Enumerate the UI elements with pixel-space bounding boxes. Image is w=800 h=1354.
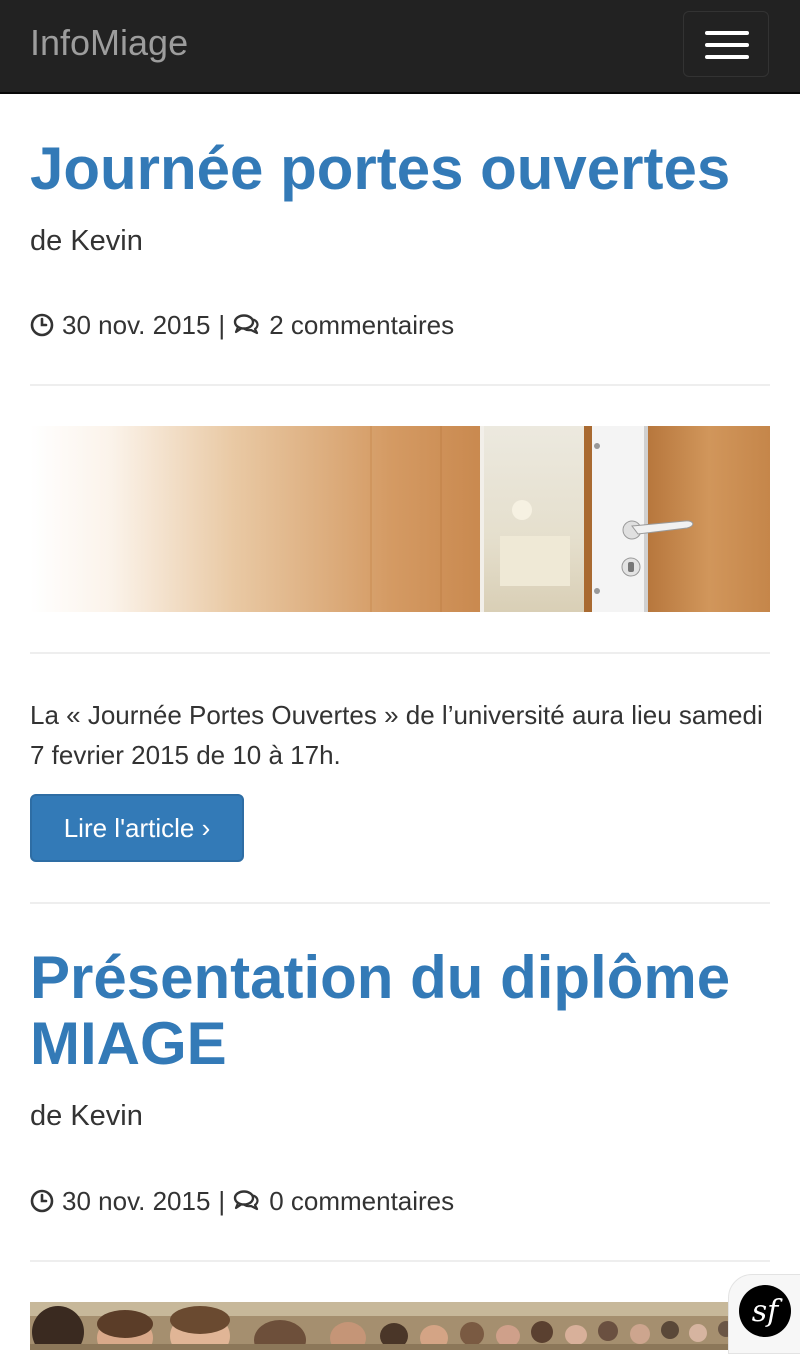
article-author: de Kevin — [30, 1100, 143, 1132]
navbar: InfoMiage — [0, 0, 800, 94]
meta-separator: | — [218, 309, 226, 340]
article-meta: 30 nov. 2015 | 0 commentaires — [30, 1184, 454, 1218]
article-image[interactable] — [30, 1302, 770, 1350]
clock-icon — [30, 313, 54, 337]
article-date: 30 nov. 2015 — [62, 1185, 211, 1216]
navbar-toggle-button[interactable] — [683, 11, 769, 77]
divider — [30, 384, 770, 386]
divider — [30, 902, 770, 904]
symfony-logo-icon: sf — [739, 1285, 791, 1337]
comments-icon — [233, 314, 259, 335]
article-title-link[interactable]: Présentation du diplôme MIAGE — [30, 945, 770, 1077]
read-article-button[interactable]: Lire l'article › — [30, 794, 244, 862]
article-meta: 30 nov. 2015 | 2 commentaires — [30, 308, 454, 342]
brand-link[interactable]: InfoMiage — [30, 22, 188, 64]
article-comments-link[interactable]: 2 commentaires — [269, 310, 454, 341]
divider — [30, 1260, 770, 1262]
article-date: 30 nov. 2015 — [62, 309, 211, 340]
article-comments-link[interactable]: 0 commentaires — [269, 1186, 454, 1217]
comments-icon — [233, 1190, 259, 1211]
article-author: de Kevin — [30, 225, 143, 257]
symfony-toolbar-toggle[interactable]: sf — [728, 1274, 800, 1354]
divider — [30, 652, 770, 654]
article-excerpt: La « Journée Portes Ouvertes » de l’univ… — [30, 700, 763, 770]
clock-icon — [30, 1189, 54, 1213]
article-title-link[interactable]: Journée portes ouvertes — [30, 136, 770, 202]
article-image[interactable] — [30, 426, 770, 612]
meta-separator: | — [218, 1185, 226, 1216]
